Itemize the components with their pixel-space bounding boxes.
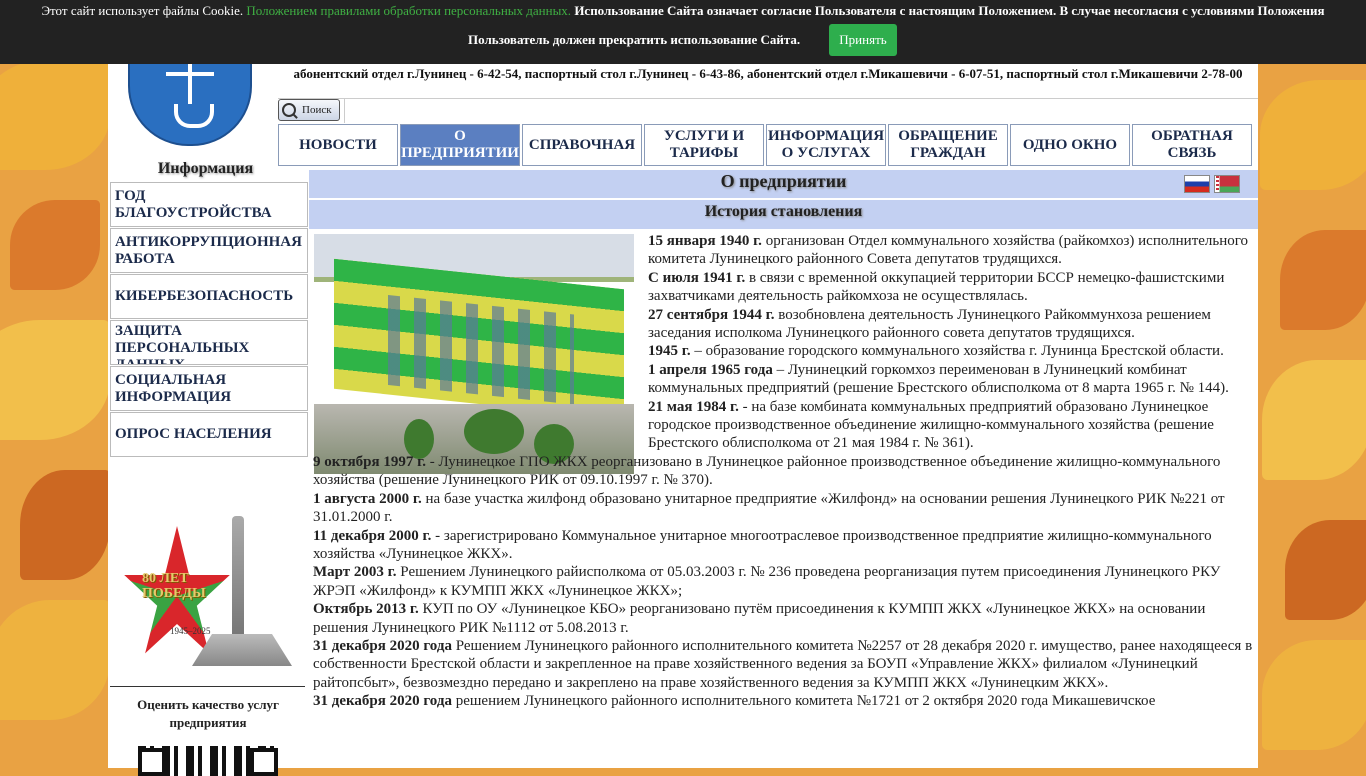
main-nav: НОВОСТИ О ПРЕДПРИЯТИИ СПРАВОЧНАЯ УСЛУГИ … [278, 124, 1254, 166]
victory-80-banner[interactable]: 80 ЛЕТ ПОБЕДЫ 1945–2025 [122, 516, 292, 668]
sidebar-item-social-info[interactable]: СОЦИАЛЬНАЯ ИНФОРМАЦИЯ [110, 366, 308, 411]
qr-code [138, 746, 278, 776]
sidebar-item-survey[interactable]: ОПРОС НАСЕЛЕНИЯ [110, 412, 308, 457]
page-title-bar: О предприятии [309, 170, 1258, 198]
nav-reference[interactable]: СПРАВОЧНАЯ [522, 124, 642, 166]
history-item: 31 декабря 2020 года Решением Лунинецког… [313, 637, 1253, 691]
cookie-banner: Этот сайт использует файлы Cookie. Полож… [0, 0, 1366, 64]
sidebar-item-cybersecurity[interactable]: КИБЕРБЕЗОПАСНОСТЬ [110, 274, 308, 319]
belarus-flag-icon[interactable] [1214, 175, 1240, 193]
sidebar-item-personal-data[interactable]: ЗАЩИТА ПЕРСОНАЛЬНЫХ ДАННЫХ [110, 320, 308, 365]
cookie-consent-text: Использование Сайта означает согласие По… [571, 3, 1325, 18]
victory-label: 80 ЛЕТ ПОБЕДЫ [142, 571, 206, 601]
nav-one-window[interactable]: ОДНО ОКНО [1010, 124, 1130, 166]
section-subtitle: История становления [309, 200, 1258, 229]
main-content: О предприятии История становления 15 янв… [309, 170, 1258, 709]
history-text: 15 января 1940 г. организован Отдел комм… [309, 232, 1254, 711]
nav-about[interactable]: О ПРЕДПРИЯТИИ [400, 124, 520, 166]
rate-quality-link[interactable]: Оценить качество услуг предприятия [110, 696, 306, 732]
nav-feedback[interactable]: ОБРАТНАЯ СВЯЗЬ [1132, 124, 1252, 166]
history-item: С июля 1941 г. в связи с временной оккуп… [648, 269, 1225, 305]
nav-services-tariffs[interactable]: УСЛУГИ И ТАРИФЫ [644, 124, 764, 166]
info-title: Информация [157, 160, 254, 177]
history-item: Март 2003 г. Решением Лунинецкого райисп… [313, 564, 1221, 599]
history-item: 1 апреля 1965 года – Лунинецкий горкомхо… [648, 361, 1229, 397]
nav-citizen-appeals[interactable]: ОБРАЩЕНИЕ ГРАЖДАН [888, 124, 1008, 166]
page-title: О предприятии [720, 171, 847, 191]
header-divider [278, 98, 1258, 99]
search-button[interactable]: Поиск [278, 99, 340, 121]
history-item: 1 августа 2000 г. на базе участка жилфон… [313, 490, 1225, 526]
search-icon [282, 103, 296, 117]
history-item: 31 декабря 2020 года решением Лунинецког… [313, 693, 1156, 710]
privacy-policy-link[interactable]: Положением правилами обработки персональ… [246, 3, 571, 18]
nav-news[interactable]: НОВОСТИ [278, 124, 398, 166]
nav-service-info[interactable]: ИНФОРМАЦИЯ О УСЛУГАХ [766, 124, 886, 166]
history-item: Октябрь 2013 г. КУП по ОУ «Лунинецкое КБ… [313, 601, 1206, 636]
history-item: 9 октября 1997 г. - Лунинецкое ГПО ЖКХ р… [313, 453, 1221, 489]
coat-of-arms-logo[interactable] [128, 64, 252, 146]
history-item: 11 декабря 2000 г. - зарегистрировано Ко… [313, 527, 1212, 562]
accept-cookies-button[interactable]: Принять [829, 24, 897, 56]
history-item: 15 января 1940 г. организован Отдел комм… [648, 233, 1249, 268]
monument-icon [232, 516, 244, 636]
history-item: 27 сентября 1944 г. возобновлена деятель… [648, 306, 1211, 342]
sidebar: ГОД БЛАГОУСТРОЙСТВА АНТИКОРРУПЦИОННАЯ РА… [110, 182, 308, 458]
victory-years: 1945–2025 [170, 626, 211, 636]
sidebar-item-improvement-year[interactable]: ГОД БЛАГОУСТРОЙСТВА [110, 182, 308, 227]
contact-phones: абонентский отдел г.Лунинец - 6-42-54, п… [293, 66, 1243, 81]
russian-flag-icon[interactable] [1184, 175, 1210, 193]
history-item: 1945 г. – образование городского коммуна… [648, 343, 1224, 360]
page-container: Информация абонентский отдел г.Лунинец -… [108, 0, 1258, 776]
history-item: 21 мая 1984 г. - на базе комбината комму… [648, 398, 1214, 452]
search-label: Поиск [302, 104, 332, 116]
cookie-text: Этот сайт использует файлы Cookie. [41, 3, 247, 18]
sidebar-item-anticorruption[interactable]: АНТИКОРРУПЦИОННАЯ РАБОТА [110, 228, 308, 273]
cookie-consent-line2: Пользователь должен прекратить использов… [468, 32, 801, 47]
